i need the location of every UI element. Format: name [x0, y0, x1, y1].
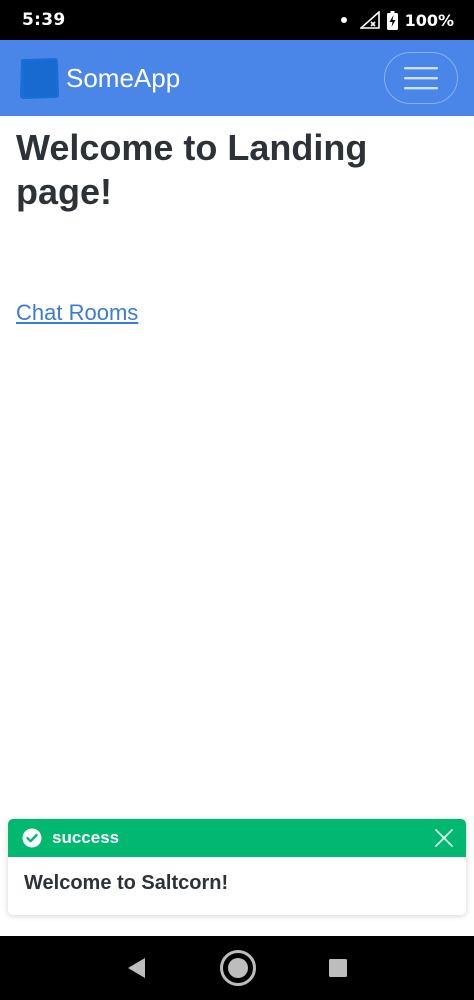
- toast-message: Welcome to Saltcorn!: [24, 872, 229, 894]
- notification-dot-icon: [340, 17, 347, 23]
- toast-title: success: [52, 828, 120, 847]
- page-title: Welcome to Landing page!: [16, 127, 368, 212]
- brand-logo-icon: [20, 58, 59, 99]
- hamburger-menu-button[interactable]: [384, 52, 458, 104]
- toast-header: success: [8, 819, 466, 857]
- status-bar: 5:39 100%: [0, 0, 474, 40]
- back-icon[interactable]: [125, 956, 149, 980]
- chat-rooms-link[interactable]: Chat Rooms: [16, 300, 138, 326]
- status-icons: 100%: [340, 10, 454, 30]
- check-circle-icon: [22, 828, 42, 848]
- recents-icon[interactable]: [327, 957, 349, 979]
- battery-percent: 100%: [404, 10, 454, 30]
- status-time: 5:39: [22, 10, 66, 30]
- toast-notification: success Welcome to Saltcorn!: [8, 819, 466, 915]
- close-icon[interactable]: [434, 828, 454, 848]
- system-nav-bar: [0, 936, 474, 1000]
- navbar: SomeApp: [0, 40, 474, 116]
- hamburger-menu-icon: [404, 67, 438, 90]
- battery-charging-icon: [386, 10, 398, 30]
- brand[interactable]: SomeApp: [18, 56, 180, 100]
- brand-name: SomeApp: [66, 62, 181, 93]
- home-icon[interactable]: [219, 949, 257, 987]
- signal-no-sim-icon: [359, 11, 380, 29]
